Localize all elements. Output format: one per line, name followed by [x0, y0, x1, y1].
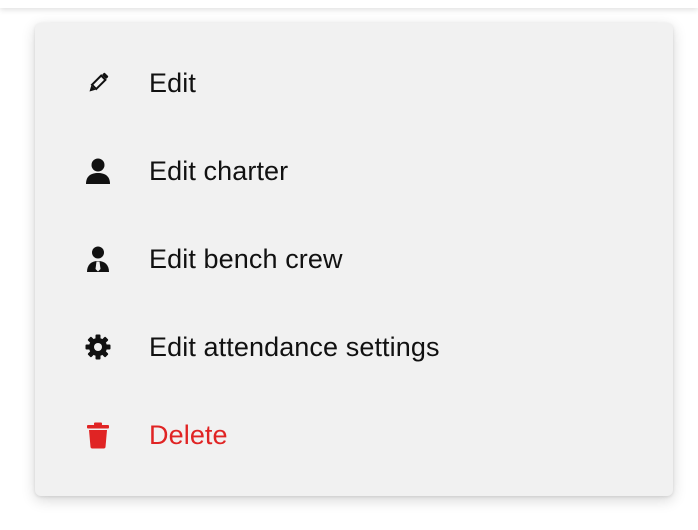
menu-item-edit-bench-crew[interactable]: Edit bench crew — [35, 215, 673, 303]
menu-item-label: Edit attendance settings — [149, 331, 440, 362]
pencil-icon — [83, 68, 113, 98]
trash-icon — [83, 420, 113, 450]
gear-icon — [83, 332, 113, 362]
menu-item-edit-charter[interactable]: Edit charter — [35, 127, 673, 215]
menu-item-label: Delete — [149, 419, 228, 450]
user-tie-icon — [83, 244, 113, 274]
menu-item-edit[interactable]: Edit — [35, 39, 673, 127]
menu-item-edit-attendance-settings[interactable]: Edit attendance settings — [35, 303, 673, 391]
menu-item-delete[interactable]: Delete — [35, 391, 673, 479]
user-icon — [83, 156, 113, 186]
header-bar — [0, 0, 698, 8]
menu-item-label: Edit bench crew — [149, 243, 343, 274]
context-menu: Edit Edit charter Edit bench crew Edit a… — [35, 23, 673, 496]
menu-item-label: Edit — [149, 67, 196, 98]
menu-item-label: Edit charter — [149, 155, 289, 186]
